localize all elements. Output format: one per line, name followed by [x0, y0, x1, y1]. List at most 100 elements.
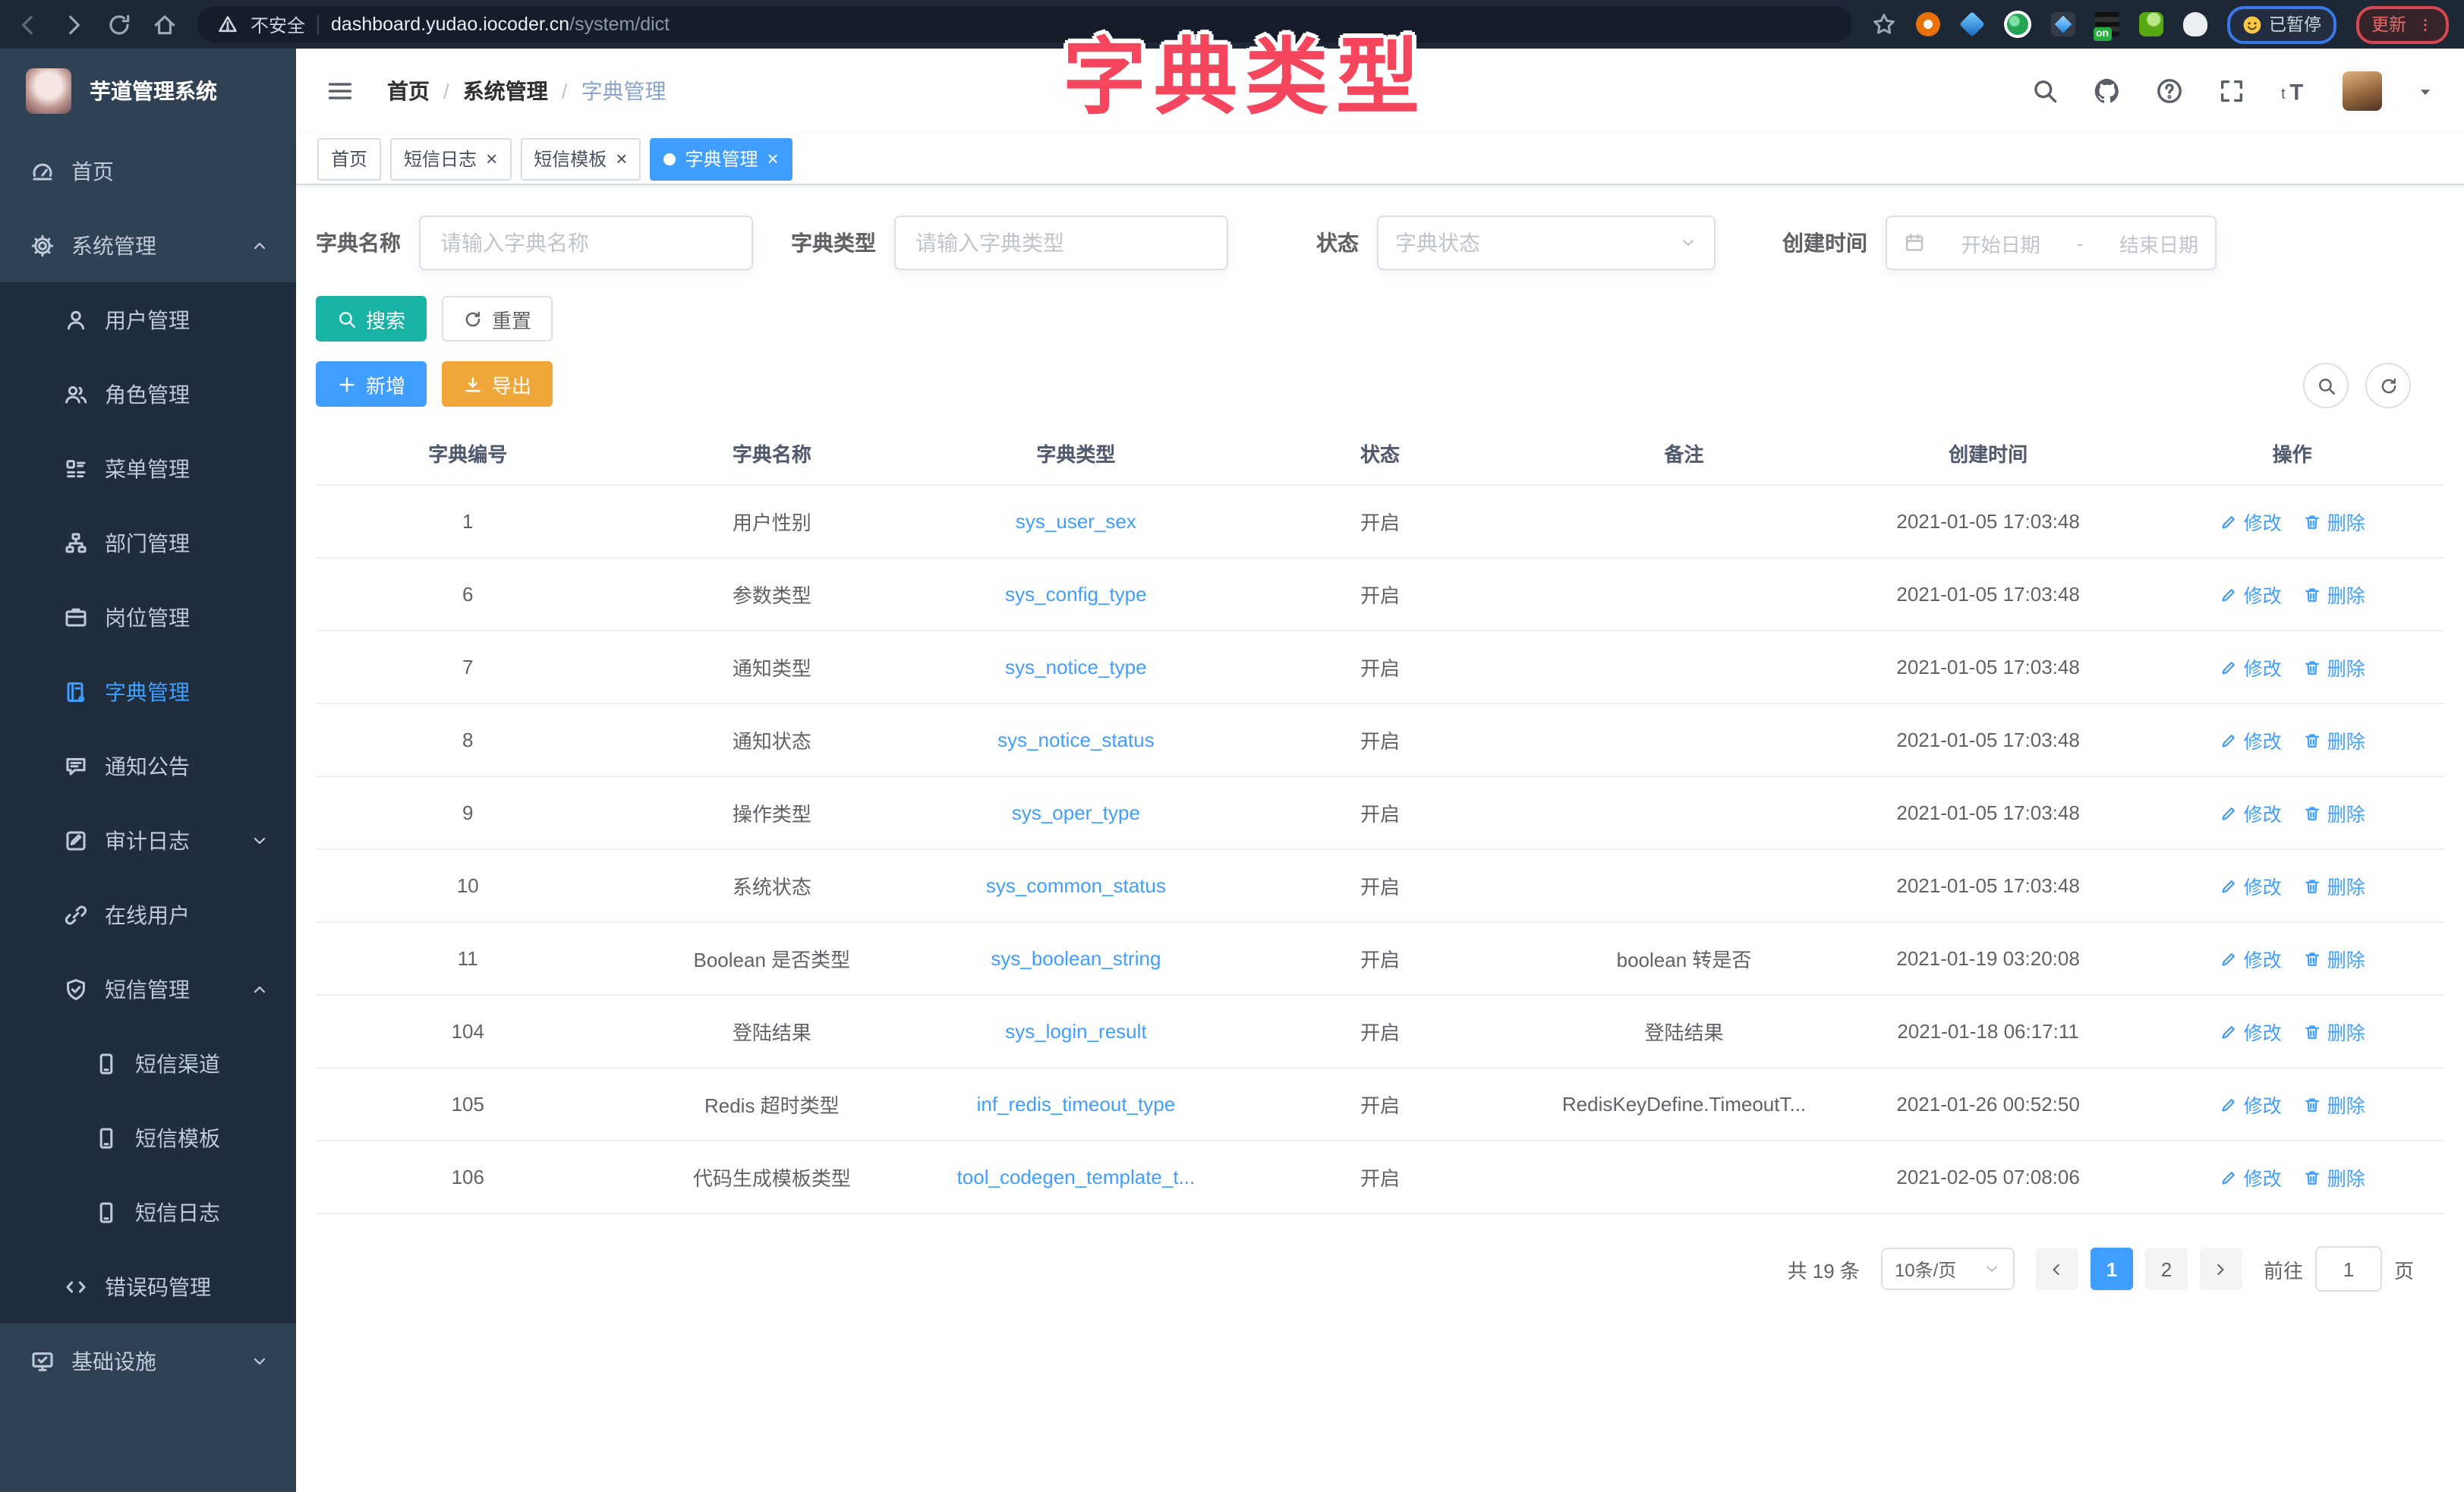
sidebar-item[interactable]: 菜单管理 [0, 431, 296, 505]
breadcrumb-item[interactable]: 首页 [387, 76, 430, 106]
add-button[interactable]: 新增 [316, 361, 427, 407]
date-range-picker[interactable]: 开始日期 - 结束日期 [1886, 216, 2217, 270]
extension-icon-7[interactable] [2182, 12, 2207, 36]
delete-link[interactable]: 删除 [2303, 1090, 2365, 1119]
delete-link[interactable]: 删除 [2303, 1017, 2365, 1046]
delete-link[interactable]: 删除 [2303, 653, 2365, 681]
avatar[interactable] [2343, 71, 2382, 111]
sidebar-item[interactable]: 短信管理 [0, 952, 296, 1026]
sidebar-item[interactable]: 用户管理 [0, 282, 296, 357]
browser-update-button[interactable]: 更新 [2356, 5, 2449, 43]
fullscreen-icon[interactable] [2218, 77, 2245, 105]
menu-dots-icon[interactable] [2417, 16, 2434, 33]
sidebar-item[interactable]: 系统管理 [0, 208, 296, 282]
page-size-select[interactable]: 10条/页 [1881, 1248, 2015, 1290]
extension-icon-5[interactable]: on [2094, 12, 2119, 36]
dict-type-link[interactable]: sys_notice_status [997, 729, 1155, 751]
status-select[interactable]: 字典状态 [1377, 216, 1716, 270]
page-button[interactable]: 1 [2091, 1248, 2133, 1290]
topbar: 首页/系统管理/字典管理 tT [296, 49, 2464, 134]
edit-link[interactable]: 修改 [2220, 944, 2282, 973]
edit-link[interactable]: 修改 [2220, 726, 2282, 754]
dict-type-link[interactable]: sys_boolean_string [991, 947, 1161, 970]
sidebar-item[interactable]: 角色管理 [0, 357, 296, 431]
next-page-button[interactable] [2200, 1248, 2242, 1290]
dict-type-link[interactable]: sys_user_sex [1016, 510, 1136, 533]
edit-link[interactable]: 修改 [2220, 653, 2282, 681]
dict-type-link[interactable]: sys_oper_type [1012, 801, 1140, 824]
dict-name-input[interactable] [437, 229, 735, 257]
search-icon[interactable] [2031, 77, 2059, 105]
font-size-icon[interactable]: tT [2280, 77, 2308, 105]
bookmark-star-icon[interactable] [1871, 12, 1895, 36]
dict-type-link[interactable]: tool_codegen_template_t... [957, 1166, 1196, 1188]
tab-close-icon[interactable]: × [486, 149, 497, 168]
page-button[interactable]: 2 [2145, 1248, 2188, 1290]
extension-icon-2[interactable] [1958, 11, 1984, 37]
sidebar-item[interactable]: 短信日志 [0, 1175, 296, 1249]
dict-type-link[interactable]: sys_notice_type [1005, 656, 1146, 678]
extensions-area: on [1915, 11, 2207, 38]
extension-icon-1[interactable] [1915, 12, 1939, 36]
edit-link[interactable]: 修改 [2220, 1090, 2282, 1119]
dict-type-link[interactable]: sys_login_result [1005, 1020, 1146, 1043]
tab-item[interactable]: 首页 [317, 137, 381, 180]
sidebar-item[interactable]: 短信渠道 [0, 1026, 296, 1100]
tab-active[interactable]: 字典管理× [650, 137, 792, 180]
dict-type-link[interactable]: inf_redis_timeout_type [977, 1093, 1176, 1116]
extension-icon-3[interactable] [2003, 11, 2031, 38]
dict-type-link[interactable]: sys_config_type [1005, 583, 1146, 606]
pencil-icon [2220, 1168, 2238, 1186]
delete-link[interactable]: 删除 [2303, 580, 2365, 609]
chevron-down-icon[interactable] [2417, 83, 2434, 99]
tab-item[interactable]: 短信日志× [390, 137, 511, 180]
sidebar-item[interactable]: 通知公告 [0, 729, 296, 803]
help-icon[interactable] [2156, 77, 2183, 105]
sidebar-item[interactable]: 基础设施 [0, 1324, 296, 1398]
dict-type-input[interactable] [912, 229, 1210, 257]
extension-icon-6[interactable] [2138, 12, 2163, 36]
edit-link[interactable]: 修改 [2220, 1163, 2282, 1191]
sidebar-logo-row[interactable]: 芋道管理系统 [0, 49, 296, 134]
back-icon[interactable] [15, 11, 41, 37]
search-button[interactable]: 搜索 [316, 296, 427, 342]
edit-link[interactable]: 修改 [2220, 871, 2282, 900]
show-search-button[interactable] [2303, 363, 2349, 408]
sidebar-item[interactable]: 字典管理 [0, 654, 296, 729]
sidebar-item[interactable]: 岗位管理 [0, 580, 296, 654]
edit-link[interactable]: 修改 [2220, 507, 2282, 536]
delete-link[interactable]: 删除 [2303, 798, 2365, 827]
delete-link[interactable]: 删除 [2303, 1163, 2365, 1191]
goto-page-input[interactable] [2315, 1246, 2382, 1292]
export-button[interactable]: 导出 [442, 361, 553, 407]
home-icon[interactable] [152, 11, 178, 37]
delete-link[interactable]: 删除 [2303, 726, 2365, 754]
prev-page-button[interactable] [2036, 1248, 2078, 1290]
github-icon[interactable] [2094, 77, 2121, 105]
tab-item[interactable]: 短信模板× [520, 137, 641, 180]
paused-extension-pill[interactable]: 已暂停 [2226, 5, 2336, 43]
reload-icon[interactable] [106, 11, 132, 37]
forward-icon[interactable] [61, 11, 87, 37]
sidebar-item[interactable]: 首页 [0, 134, 296, 208]
delete-link[interactable]: 删除 [2303, 944, 2365, 973]
hamburger-icon[interactable] [326, 77, 354, 105]
refresh-table-button[interactable] [2365, 363, 2411, 408]
reset-button[interactable]: 重置 [442, 296, 553, 342]
sidebar-item[interactable]: 部门管理 [0, 505, 296, 580]
edit-link[interactable]: 修改 [2220, 798, 2282, 827]
delete-link[interactable]: 删除 [2303, 871, 2365, 900]
edit-link[interactable]: 修改 [2220, 1017, 2282, 1046]
delete-link[interactable]: 删除 [2303, 507, 2365, 536]
sidebar-item[interactable]: 短信模板 [0, 1100, 296, 1175]
sidebar-item[interactable]: 在线用户 [0, 877, 296, 952]
edit-link[interactable]: 修改 [2220, 580, 2282, 609]
extension-icon-4[interactable] [2050, 12, 2075, 36]
sidebar-item[interactable]: 审计日志 [0, 803, 296, 877]
sidebar-item[interactable]: 错误码管理 [0, 1249, 296, 1324]
breadcrumb-item[interactable]: 系统管理 [463, 76, 548, 106]
tab-close-icon[interactable]: × [616, 149, 627, 168]
dict-type-link[interactable]: sys_common_status [986, 874, 1166, 897]
tab-close-icon[interactable]: × [767, 149, 779, 168]
address-bar[interactable]: 不安全 dashboard.yudao.iocoder.cn/system/di… [197, 6, 1851, 42]
